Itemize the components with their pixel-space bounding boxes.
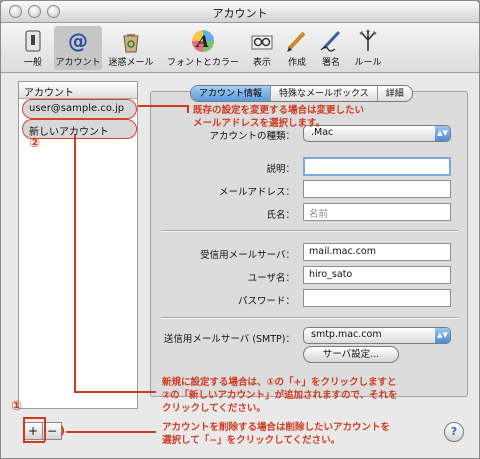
description-field[interactable] <box>303 157 451 176</box>
divider <box>161 230 458 232</box>
at-sign-icon: @ <box>68 29 88 53</box>
toolbar-signatures[interactable]: 署名 <box>316 26 346 70</box>
account-type-select[interactable]: .Mac ▲▼ <box>303 125 451 142</box>
recycle-bin-icon <box>123 34 139 53</box>
email-label: メールアドレス： <box>218 187 295 198</box>
annotation-connector-line <box>23 417 25 441</box>
account-list: アカウント user@sample.co.jp 新しいアカウント <box>18 81 138 409</box>
annotation-number-2: ② <box>29 136 41 151</box>
annotation-delete-line1: アカウントを削除する場合は削除したいアカウントを <box>162 422 391 433</box>
smtp-server-select[interactable]: smtp.mac.com ▲▼ <box>303 327 451 344</box>
annotation-pointer-line <box>138 105 188 107</box>
signature-pen-icon <box>320 30 341 52</box>
divider <box>161 317 458 319</box>
username-label: ユーザ名： <box>247 273 295 284</box>
switch-icon <box>25 30 41 52</box>
tab-special-mailboxes[interactable]: 特殊なメールボックス <box>270 86 377 101</box>
full-name-field[interactable]: 名前 <box>303 203 451 221</box>
annotation-delete-line2: 選択して「−」をクリックしてください。 <box>162 435 341 446</box>
annotation-connector-line <box>74 135 76 392</box>
smtp-server-label: 送信用メールサーバ (SMTP)： <box>163 334 295 345</box>
annotation-existing-line2: メールアドレスを選択します。 <box>193 118 326 129</box>
annotation-pointer-line <box>187 105 189 113</box>
server-settings-button[interactable]: サーバ設定... <box>303 346 399 363</box>
description-label: 説明： <box>266 164 295 175</box>
window-title: アカウント <box>212 7 268 20</box>
annotation-connector-line <box>74 391 156 393</box>
account-type-label: アカウントの種類： <box>209 131 295 142</box>
annotation-connector-line <box>44 417 46 441</box>
glasses-icon <box>251 35 273 50</box>
tab-advanced[interactable]: 詳細 <box>376 86 412 101</box>
password-label: パスワード： <box>237 296 295 307</box>
add-account-button[interactable]: + <box>23 422 43 440</box>
toolbar-junk-mail[interactable]: 迷惑メール <box>108 26 154 70</box>
annotation-pointer-line <box>66 431 156 433</box>
preferences-window: アカウント 一般 @ アカウント 迷惑メール A フォントとカラー 表示 作成 <box>0 0 480 459</box>
toolbar-rules[interactable]: ルール <box>352 26 384 70</box>
toolbar-fonts-colors-label: フォントとカラー <box>166 58 239 68</box>
rules-icon <box>359 29 377 51</box>
account-tabs: アカウント情報 特殊なメールボックス 詳細 <box>190 85 413 102</box>
smtp-server-value: smtp.mac.com <box>311 329 382 340</box>
email-field[interactable] <box>303 180 451 198</box>
preferences-toolbar: 一般 @ アカウント 迷惑メール A フォントとカラー 表示 作成 署名 ルール <box>1 23 479 73</box>
annotation-connector-line <box>23 417 45 419</box>
chevron-updown-icon: ▲▼ <box>435 328 450 343</box>
annotation-bracket: ) <box>60 424 66 437</box>
annotation-new-line1: 新規に設定する場合は、①の「+」をクリックしますと <box>162 377 397 388</box>
annotation-connector-line <box>23 441 45 443</box>
account-list-header: アカウント <box>19 82 137 99</box>
toolbar-accounts[interactable]: @ アカウント <box>54 26 102 70</box>
annotation-new-line2: ②の「新しいアカウント」が追加されますので、それを <box>162 390 398 401</box>
annotation-existing-line1: 既存の設定を変更する場合は変更したい <box>193 105 365 116</box>
incoming-server-label: 受信用メールサーバ： <box>200 250 295 261</box>
toolbar-viewing[interactable]: 表示 <box>247 26 277 70</box>
compose-pencil-icon <box>287 31 306 52</box>
toolbar-rules-label: ルール <box>354 58 382 68</box>
toolbar-junk-mail-label: 迷惑メール <box>108 58 154 68</box>
username-field[interactable]: hiro_sato <box>303 266 451 284</box>
svg-text:A: A <box>195 32 209 51</box>
annotation-number-1: ① <box>11 399 23 414</box>
chevron-updown-icon: ▲▼ <box>435 126 450 141</box>
toolbar-fonts-colors[interactable]: A フォントとカラー <box>167 26 239 70</box>
title-bar: アカウント <box>1 1 479 23</box>
incoming-server-field[interactable]: mail.mac.com <box>303 243 451 261</box>
password-field[interactable] <box>303 289 451 307</box>
help-button[interactable]: ? <box>444 422 464 442</box>
tab-account-info[interactable]: アカウント情報 <box>191 86 271 101</box>
full-name-label: 氏名： <box>266 210 295 221</box>
svg-text:@: @ <box>68 29 88 53</box>
font-color-icon: A <box>192 30 214 52</box>
annotation-new-line3: クリックしてください。 <box>162 403 266 414</box>
account-item-existing[interactable]: user@sample.co.jp <box>22 99 137 119</box>
